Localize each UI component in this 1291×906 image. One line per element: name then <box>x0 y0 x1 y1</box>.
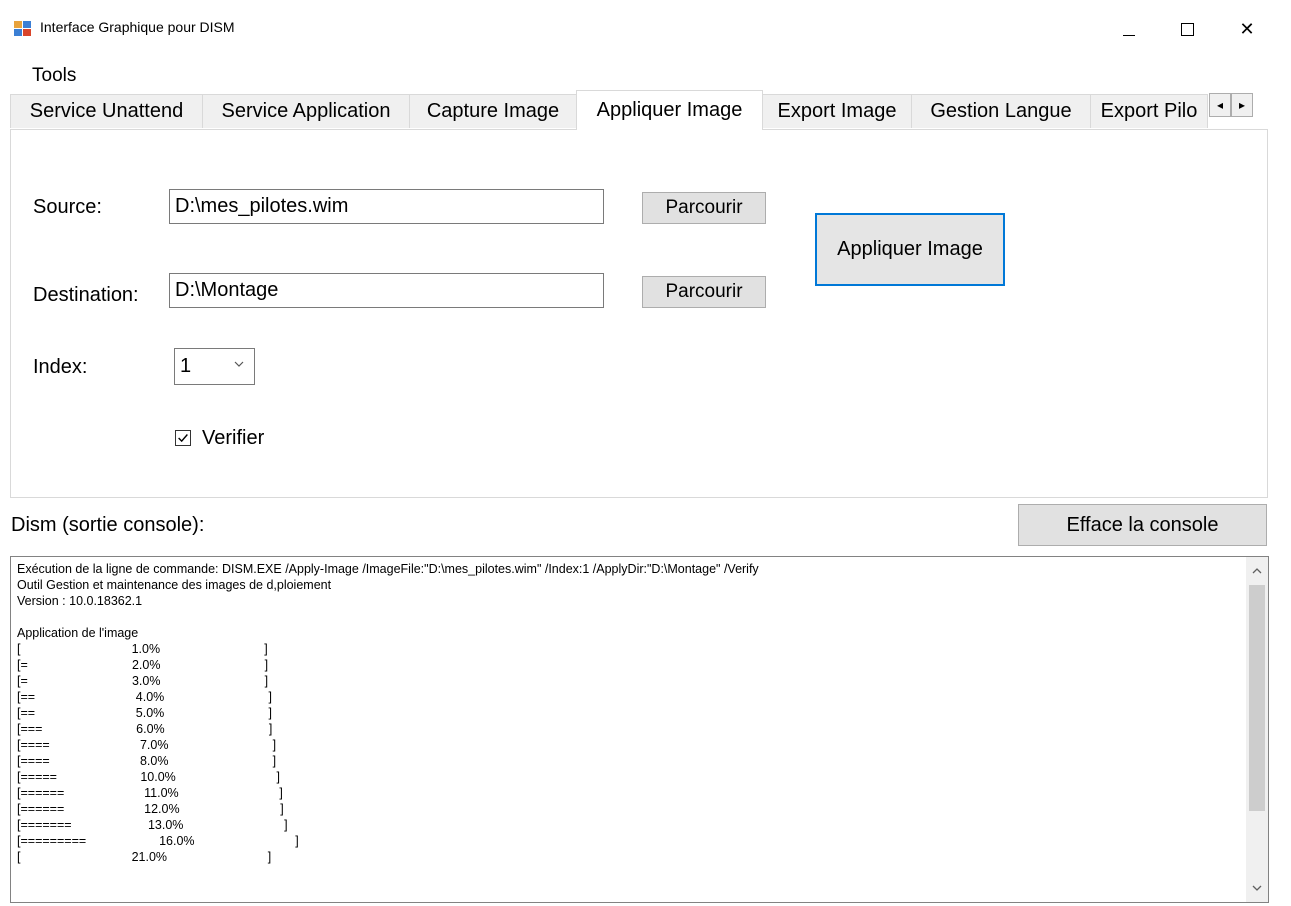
close-icon: ✕ <box>1239 18 1255 39</box>
scroll-down-icon[interactable] <box>1246 876 1268 900</box>
chevron-left-icon: ◂ <box>1216 98 1224 112</box>
console-scrollbar[interactable] <box>1246 557 1268 902</box>
console-line: [====== 12.0% ] <box>17 802 284 816</box>
console-line: Version : 10.0.18362.1 <box>17 594 143 608</box>
console-line: [= 2.0% ] <box>17 658 269 672</box>
destination-input[interactable]: D:\Montage <box>169 273 604 308</box>
console-line: [== 5.0% ] <box>17 706 272 720</box>
app-icon <box>14 21 32 37</box>
console-line: [ 21.0% ] <box>17 850 272 864</box>
console-line: Application de l'image <box>17 626 139 640</box>
clear-console-button[interactable]: Efface la console <box>1018 504 1267 546</box>
tab-service-application[interactable]: Service Application <box>202 94 410 128</box>
verify-label: Verifier <box>202 427 265 449</box>
console-line: [======= 13.0% ] <box>17 818 288 832</box>
tab-appliquer-image[interactable]: Appliquer Image <box>576 90 763 130</box>
source-browse-button[interactable]: Parcourir <box>642 192 766 224</box>
console-label: Dism (sortie console): <box>11 514 205 536</box>
tab-gestion-langue[interactable]: Gestion Langue <box>911 94 1091 128</box>
console-output[interactable]: Exécution de la ligne de commande: DISM.… <box>10 556 1269 903</box>
source-label: Source: <box>33 196 102 218</box>
destination-label: Destination: <box>33 284 139 306</box>
checkmark-icon <box>178 434 188 443</box>
scrollbar-thumb[interactable] <box>1249 585 1265 811</box>
maximize-button[interactable] <box>1164 12 1210 46</box>
tab-service-unattend[interactable]: Service Unattend <box>10 94 203 128</box>
menu-tools[interactable]: Tools <box>22 63 86 89</box>
apply-image-button[interactable]: Appliquer Image <box>815 213 1005 286</box>
tab-export-image[interactable]: Export Image <box>762 94 912 128</box>
index-select[interactable]: 1 <box>174 348 255 385</box>
chevron-down-icon <box>234 361 244 367</box>
console-line: Outil Gestion et maintenance des images … <box>17 578 332 592</box>
destination-browse-button[interactable]: Parcourir <box>642 276 766 308</box>
console-text: Exécution de la ligne de commande: DISM.… <box>17 561 759 865</box>
index-label: Index: <box>33 356 88 378</box>
tab-export-pilotes[interactable]: Export Pilo <box>1090 94 1208 128</box>
source-input[interactable]: D:\mes_pilotes.wim <box>169 189 604 224</box>
chevron-right-icon: ▸ <box>1238 98 1246 112</box>
console-line: [==== 8.0% ] <box>17 754 277 768</box>
maximize-icon <box>1180 22 1194 36</box>
minimize-icon <box>1123 34 1135 36</box>
tab-scroll-right-button[interactable]: ▸ <box>1231 93 1253 117</box>
minimize-button[interactable] <box>1106 12 1152 46</box>
console-line: [ 1.0% ] <box>17 642 268 656</box>
console-line: [= 3.0% ] <box>17 674 269 688</box>
scroll-up-icon[interactable] <box>1246 559 1268 583</box>
close-button[interactable]: ✕ <box>1224 12 1270 46</box>
console-line: [========= 16.0% ] <box>17 834 299 848</box>
tab-strip: Service Unattend Service Application Cap… <box>10 90 1282 130</box>
index-value: 1 <box>180 355 192 377</box>
verify-checkbox[interactable] <box>175 430 191 446</box>
title-bar: Interface Graphique pour DISM ✕ <box>0 0 1291 58</box>
tab-page-appliquer-image <box>10 129 1268 498</box>
menu-bar: Tools <box>0 58 1291 90</box>
console-line: [====== 11.0% ] <box>17 786 283 800</box>
console-line: [==== 7.0% ] <box>17 738 277 752</box>
console-line: [=== 6.0% ] <box>17 722 273 736</box>
tab-capture-image[interactable]: Capture Image <box>409 94 577 128</box>
console-line: Exécution de la ligne de commande: DISM.… <box>17 562 759 576</box>
console-line: [== 4.0% ] <box>17 690 272 704</box>
console-line: [===== 10.0% ] <box>17 770 280 784</box>
window-title: Interface Graphique pour DISM <box>40 19 235 35</box>
tab-scroll-left-button[interactable]: ◂ <box>1209 93 1231 117</box>
